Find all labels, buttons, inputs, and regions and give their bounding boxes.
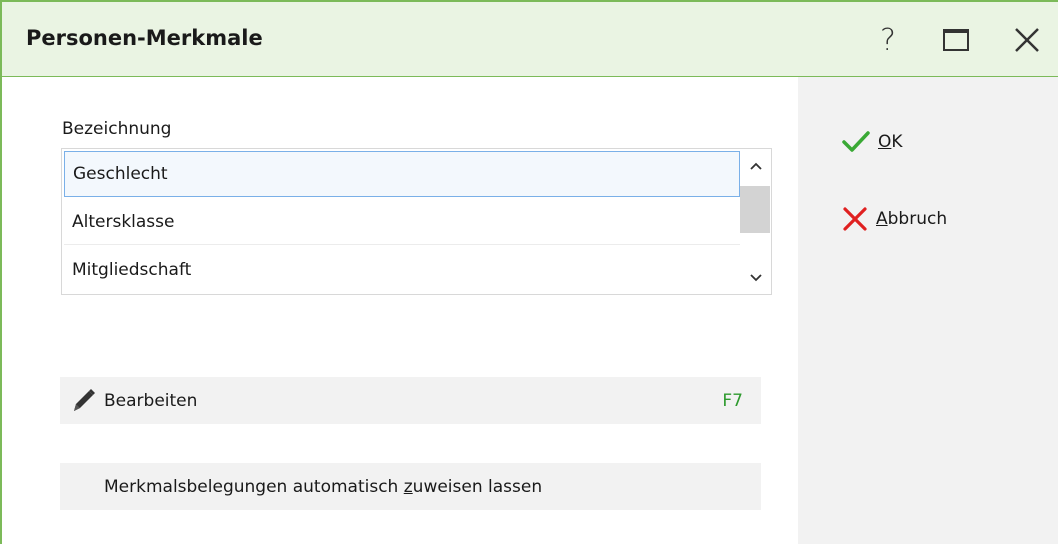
- ok-label: OK: [878, 132, 903, 152]
- check-icon: [842, 131, 870, 152]
- list-item-label: Mitgliedschaft: [72, 260, 192, 280]
- maximize-icon: [943, 29, 969, 51]
- title-bar: Personen-Merkmale ?: [2, 2, 1058, 77]
- list-label: Bezeichnung: [62, 119, 172, 139]
- edit-button[interactable]: Bearbeiten F7: [60, 377, 761, 424]
- list-item-geschlecht[interactable]: Geschlecht: [64, 151, 740, 197]
- chevron-down-icon: [749, 274, 762, 282]
- auto-assign-label-post: uweisen lassen: [412, 476, 543, 497]
- close-button[interactable]: [1005, 18, 1049, 62]
- edit-shortcut: F7: [722, 390, 743, 411]
- ok-button[interactable]: OK: [842, 130, 903, 154]
- dialog-window: Personen-Merkmale ? Bezeichnung Geschlec…: [0, 0, 1058, 544]
- scroll-thumb[interactable]: [740, 186, 770, 233]
- close-icon: [1015, 28, 1039, 52]
- list-item-label: Geschlecht: [73, 164, 168, 184]
- cross-icon: [843, 207, 867, 231]
- list-item-label: Altersklasse: [72, 211, 175, 232]
- help-button[interactable]: ?: [866, 18, 910, 62]
- scroll-down-button[interactable]: [740, 267, 771, 289]
- scroll-up-button[interactable]: [740, 155, 771, 177]
- auto-assign-label-accel: z: [403, 476, 413, 497]
- action-panel: [798, 77, 1058, 544]
- list-scrollbar[interactable]: [740, 149, 771, 294]
- cancel-button[interactable]: Abbruch: [842, 206, 947, 232]
- maximize-button[interactable]: [934, 18, 978, 62]
- pencil-icon: [68, 386, 102, 416]
- window-title: Personen-Merkmale: [26, 26, 263, 50]
- help-icon: ?: [880, 22, 896, 58]
- auto-assign-label-pre: Merkmalsbelegungen automatisch: [104, 476, 404, 497]
- edit-label: Bearbeiten: [104, 390, 198, 411]
- list-item-mitgliedschaft[interactable]: Mitgliedschaft: [64, 247, 740, 293]
- list-item-altersklasse[interactable]: Altersklasse: [64, 199, 740, 245]
- feature-listbox[interactable]: Geschlecht Altersklasse Mitgliedschaft: [61, 148, 772, 295]
- chevron-up-icon: [749, 162, 762, 170]
- auto-assign-button[interactable]: Merkmalsbelegungen automatisch z uweisen …: [60, 463, 761, 510]
- cancel-label: Abbruch: [876, 209, 948, 229]
